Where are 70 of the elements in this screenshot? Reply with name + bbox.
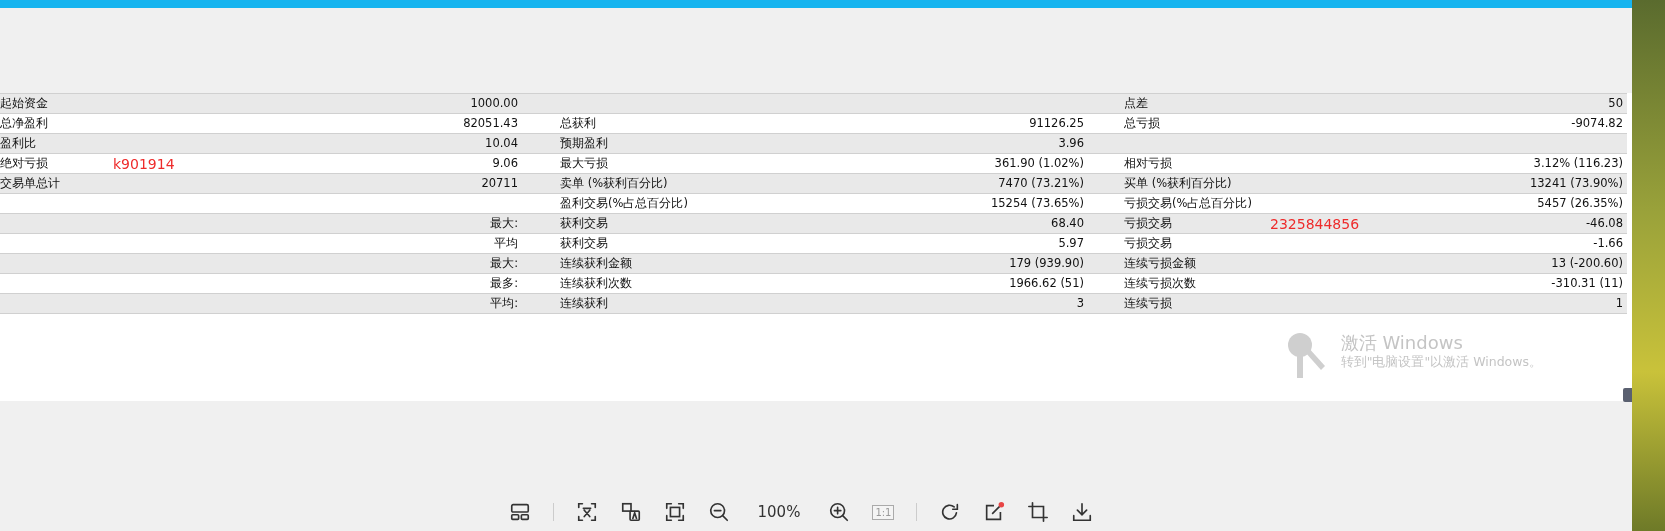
text-scan-icon[interactable] [575,501,598,523]
stat-label: 亏损交易 [1124,235,1172,252]
stat-value: 13 (-200.60) [1551,255,1623,272]
stat-label: 获利交易 [560,215,608,232]
stat-value: 82051.43 [463,115,518,132]
stat-label: 总获利 [560,115,596,132]
stat-value: -46.08 [1585,215,1623,232]
stat-label: 亏损交易(%占总百分比) [1124,195,1252,212]
stat-value: 5.97 [1058,235,1084,252]
fullscreen-icon[interactable] [663,501,686,523]
stat-value: 平均 [494,235,518,252]
stat-label: 预期盈利 [560,135,608,152]
stat-value: 13241 (73.90%) [1529,175,1623,192]
annotation-text: 2325844856 [1270,216,1360,232]
stat-value: 179 (939.90) [1009,255,1084,272]
download-icon[interactable] [1071,501,1094,523]
stat-label: 交易单总计 [0,175,60,192]
stat-value: 7470 (73.21%) [998,175,1084,192]
stat-label: 最大亏损 [560,155,608,172]
zoom-in-icon[interactable] [828,501,851,523]
stat-value: 1000.00 [470,95,518,112]
stat-value: 361.90 (1.02%) [994,155,1084,172]
stat-label: 盈利交易(%占总百分比) [560,195,688,212]
stat-value: 最多: [490,275,518,292]
activation-title: 激活 Windows [1340,332,1464,354]
stat-label: 卖单 (%获利百分比) [560,175,668,192]
stat-label: 点差 [1124,95,1148,112]
edit-icon[interactable] [983,501,1006,523]
stat-value: 3.12% (116.23) [1533,155,1623,172]
stat-value: 10.04 [485,135,518,152]
stat-label: 买单 (%获利百分比) [1124,175,1232,192]
stat-label: 亏损交易 [1124,215,1172,232]
stat-label: 总净盈利 [0,115,48,132]
stat-label: 连续亏损 [1124,295,1172,312]
stat-value: 1 [1615,295,1623,312]
stat-value: 平均: [490,295,518,312]
stat-value: 1966.62 (51) [1009,275,1084,292]
scrollbar-thumb[interactable] [1623,388,1632,402]
stat-value: 9.06 [492,155,518,172]
activation-subtitle: 转到"电脑设置"以激活 Windows。 [1340,354,1542,370]
stat-value: 最大: [490,255,518,272]
stat-value: -9074.82 [1571,115,1623,132]
stat-value: -1.66 [1593,235,1623,252]
stat-label: 连续亏损次数 [1124,275,1196,292]
layout-icon[interactable] [508,501,531,523]
zoom-level: 100% [757,503,801,521]
annotation-text: k901914 [113,156,175,172]
stat-value: 3 [1076,295,1084,312]
stat-value: 3.96 [1058,135,1084,152]
stat-label: 连续获利 [560,295,608,312]
stat-label: 绝对亏损 [0,155,48,172]
stat-label: 总亏损 [1124,115,1160,132]
stat-label: 连续亏损金额 [1124,255,1196,272]
stat-value: 91126.25 [1029,115,1084,132]
stat-label: 连续获利次数 [560,275,632,292]
translate-icon[interactable] [619,501,642,523]
stat-value: -310.31 (11) [1551,275,1623,292]
stat-label: 起始资金 [0,95,48,112]
stat-value: 68.40 [1051,215,1084,232]
stat-label: 盈利比 [0,135,36,152]
stat-value: 50 [1608,95,1623,112]
stat-label: 相对亏损 [1124,155,1172,172]
zoom-out-icon[interactable] [707,501,730,523]
stat-value: 15254 (73.65%) [990,195,1084,212]
stat-value: 20711 [481,175,518,192]
stat-label: 连续获利金额 [560,255,632,272]
stat-value: 5457 (26.35%) [1537,195,1623,212]
stat-label: 获利交易 [560,235,608,252]
stat-value: 最大: [490,215,518,232]
crop-icon[interactable] [1027,501,1050,523]
